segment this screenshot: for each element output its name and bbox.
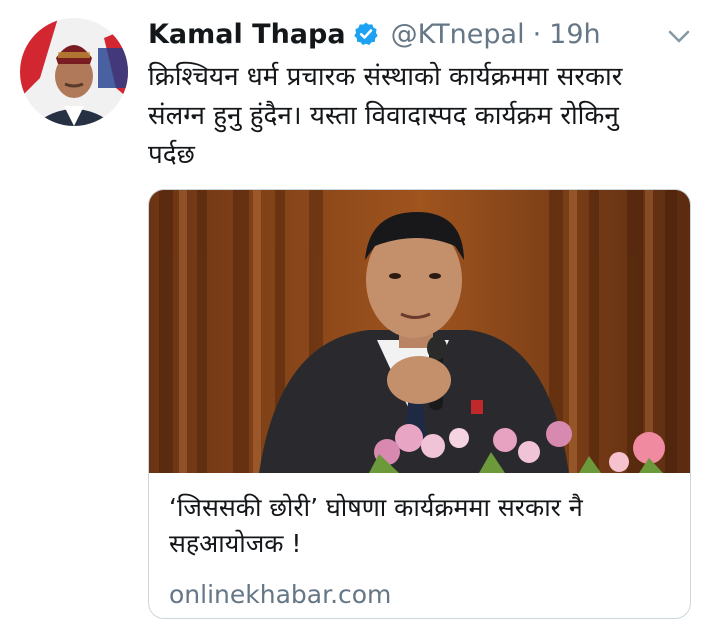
author-handle[interactable]: @KTnepal [391, 19, 525, 50]
card-domain[interactable]: onlinekhabar.com [169, 580, 391, 609]
avatar-photo [20, 18, 128, 126]
verified-badge-icon [353, 21, 379, 47]
author-name[interactable]: Kamal Thapa [148, 19, 346, 50]
chevron-down-icon[interactable] [664, 22, 694, 50]
link-card[interactable]: ‘जिससकी छोरी’ घोषणा कार्यक्रममा सरकार नै… [148, 189, 691, 619]
tweet-header: Kamal Thapa @KTnepal · 19h [148, 14, 601, 54]
card-title[interactable]: ‘जिससकी छोरी’ घोषणा कार्यक्रममा सरकार नै… [169, 490, 669, 562]
separator-dot: · [532, 18, 542, 50]
card-image[interactable] [149, 190, 691, 473]
avatar[interactable] [20, 18, 128, 126]
timestamp[interactable]: 19h [549, 19, 600, 50]
tweet[interactable]: Kamal Thapa @KTnepal · 19h क्रिश्चियन धर… [0, 0, 714, 625]
tweet-text: क्रिश्चियन धर्म प्रचारक संस्थाको कार्यक्… [148, 62, 623, 170]
